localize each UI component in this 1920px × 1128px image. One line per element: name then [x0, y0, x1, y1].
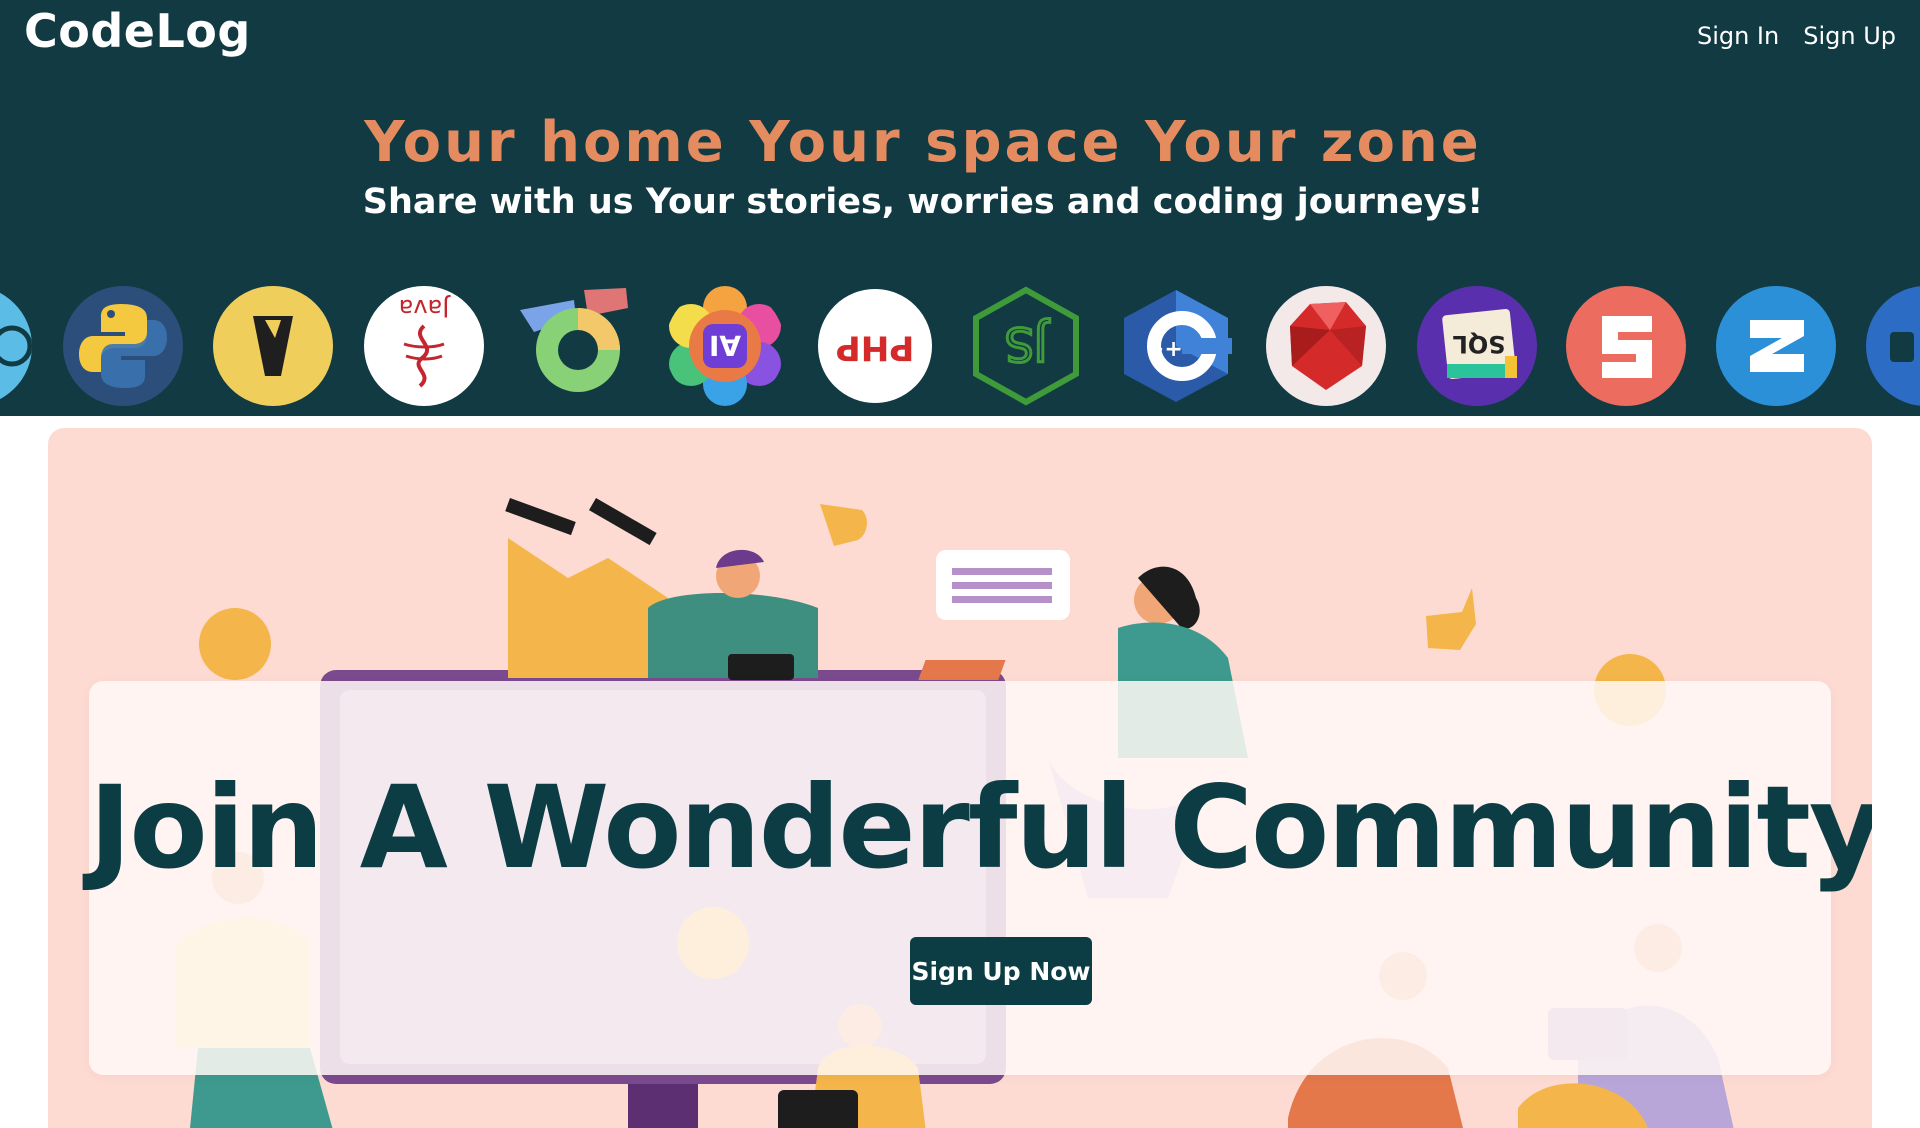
java-label: Java	[399, 294, 452, 322]
z-logo-icon[interactable]	[1716, 286, 1836, 406]
python-icon[interactable]	[63, 286, 183, 406]
site-header: CodeLog Sign In Sign Up Your home Your s…	[0, 0, 1920, 416]
partial-icon-right[interactable]	[1866, 286, 1920, 406]
site-logo[interactable]: CodeLog	[24, 4, 251, 58]
lying-person	[508, 538, 668, 678]
sign-up-now-button[interactable]: Sign Up Now	[910, 937, 1092, 1005]
sql-icon[interactable]: SQL	[1417, 286, 1537, 406]
cta-panel: Join A Wonderful Community Sign Up Now	[89, 681, 1872, 1075]
php-icon[interactable]: PHP	[815, 286, 935, 406]
top-nav: Sign In Sign Up	[1697, 22, 1896, 50]
java-icon[interactable]: Java	[364, 286, 484, 406]
bulb-icon[interactable]	[213, 286, 333, 406]
php-label: PHP	[836, 328, 915, 368]
ai-label: AI	[709, 329, 741, 362]
hero-section: Join A Wonderful Community Sign Up Now	[48, 428, 1872, 1128]
partial-icon[interactable]	[0, 286, 32, 406]
sign-in-link[interactable]: Sign In	[1697, 22, 1779, 50]
sql-label: SQL	[1453, 330, 1506, 358]
sign-up-link[interactable]: Sign Up	[1803, 22, 1896, 50]
s-logo-icon[interactable]	[1566, 286, 1686, 406]
ruby-icon[interactable]	[1266, 286, 1386, 406]
cpp-label: ++	[1146, 337, 1183, 362]
ring-icon[interactable]	[514, 286, 634, 406]
language-carousel: Java AI PHP JS ++ SQL	[0, 284, 1920, 408]
nodejs-icon[interactable]: JS	[966, 286, 1086, 406]
subtagline: Share with us Your stories, worries and …	[362, 182, 1484, 222]
hero-headline: Join A Wonderful Community	[89, 761, 1872, 894]
cpp-icon[interactable]: ++	[1116, 286, 1236, 406]
smile-emoji	[199, 608, 271, 680]
ai-flower-icon[interactable]: AI	[665, 286, 785, 406]
tagline: Your home Your space Your zone	[364, 110, 1482, 175]
js-label: JS	[1005, 317, 1051, 371]
